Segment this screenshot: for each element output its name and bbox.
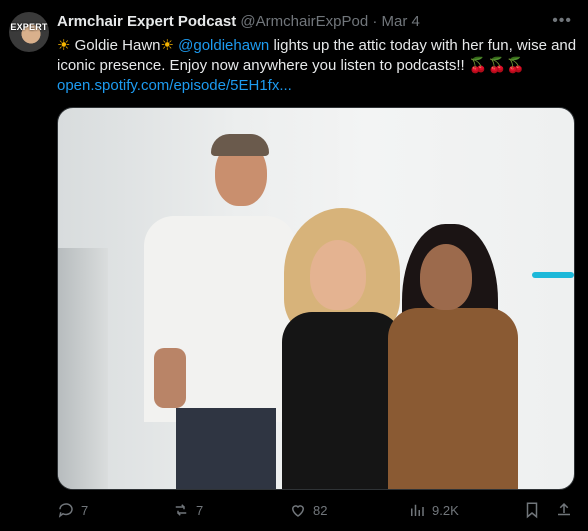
- repost-icon: [175, 504, 187, 516]
- head-center: [310, 240, 366, 310]
- cyan-decoration: [532, 272, 574, 278]
- bookmark-icon: [526, 502, 538, 519]
- cherries-emoji-icon: 🍒🍒🍒: [468, 57, 525, 74]
- head-right: [420, 244, 472, 310]
- share-icon: [558, 502, 570, 516]
- share-button[interactable]: [555, 501, 573, 519]
- action-bar: 7 7 82 9.2K: [57, 501, 573, 523]
- brown-sweater: [388, 308, 518, 489]
- black-outfit: [282, 312, 402, 489]
- heart-icon: [291, 505, 305, 517]
- views-count: 9.2K: [432, 502, 459, 518]
- sun-emoji-icon: ☀: [57, 37, 71, 54]
- views-chart-icon: [411, 504, 424, 516]
- tweet[interactable]: EXPERT Armchair Expert Podcast @Armchair…: [0, 0, 588, 531]
- reply-button[interactable]: 7: [57, 501, 88, 519]
- tweet-header: Armchair Expert Podcast @ArmchairExpPod …: [57, 13, 420, 30]
- avatar-label: EXPERT: [10, 22, 48, 32]
- author-name[interactable]: Armchair Expert Podcast: [57, 13, 236, 30]
- mention-link[interactable]: @goldiehawn: [178, 37, 269, 54]
- name-text: Goldie Hawn: [74, 37, 161, 54]
- more-options-icon[interactable]: •••: [552, 12, 572, 30]
- spotify-link[interactable]: open.spotify.com/episode/5EH1fx...: [57, 77, 292, 94]
- like-count: 82: [313, 502, 328, 518]
- reply-icon: [58, 503, 73, 518]
- sun-emoji-icon-2: ☀: [160, 37, 174, 54]
- like-button[interactable]: 82: [289, 501, 327, 519]
- jeans: [176, 408, 276, 489]
- tweet-date[interactable]: Mar 4: [382, 13, 420, 30]
- hair-left: [211, 134, 269, 156]
- repost-count: 7: [196, 502, 204, 518]
- tattoo-arm: [154, 348, 186, 408]
- tweet-text: ☀ Goldie Hawn☀ @goldiehawn lights up the…: [57, 36, 577, 96]
- separator: ·: [372, 13, 378, 30]
- author-handle[interactable]: @ArmchairExpPod: [240, 13, 368, 30]
- avatar[interactable]: EXPERT: [9, 12, 49, 52]
- bookmark-button[interactable]: [523, 501, 541, 519]
- repost-button[interactable]: 7: [172, 501, 203, 519]
- tweet-photo[interactable]: [57, 107, 575, 490]
- reply-count: 7: [81, 502, 89, 518]
- wall-edge: [58, 248, 108, 489]
- views-button[interactable]: 9.2K: [408, 501, 459, 519]
